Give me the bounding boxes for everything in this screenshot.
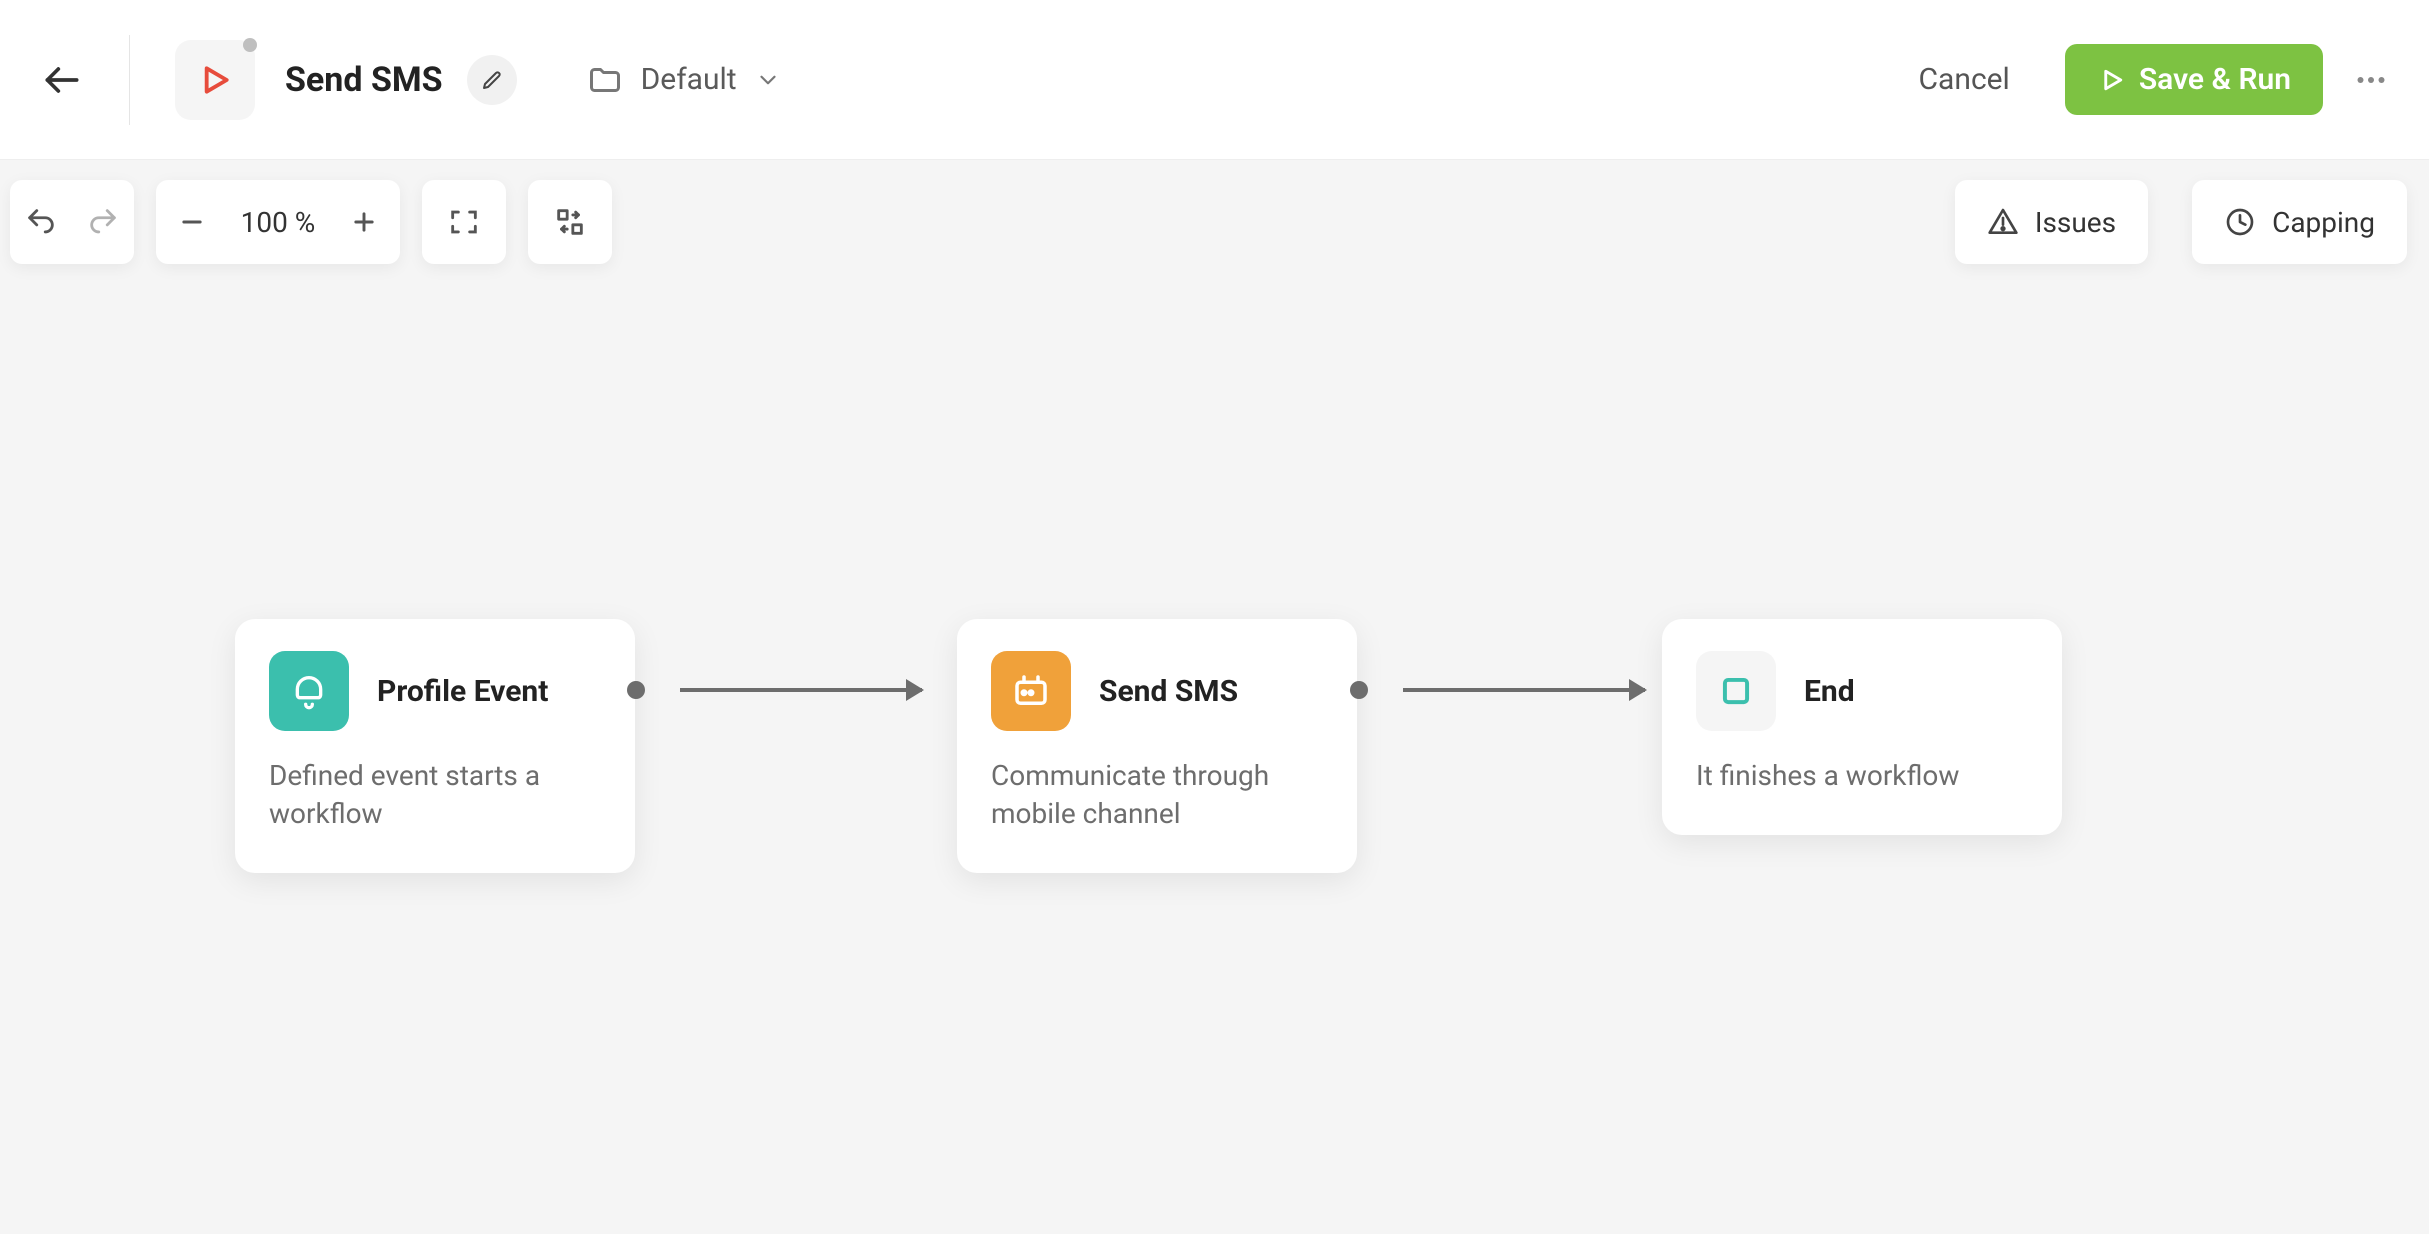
zoom-group: 100 %	[156, 180, 400, 264]
layout-icon	[553, 205, 587, 239]
connector-arrow	[680, 688, 922, 692]
node-desc: It finishes a workflow	[1696, 757, 2028, 795]
back-wrap	[40, 35, 130, 125]
header-bar: Send SMS Default Cancel Save & Run	[0, 0, 2429, 160]
edit-title-button[interactable]	[467, 55, 517, 105]
connector-arrow	[1403, 688, 1645, 692]
capping-button[interactable]: Capping	[2192, 180, 2407, 264]
zoom-in-button[interactable]	[328, 180, 400, 264]
history-group	[10, 180, 134, 264]
node-title: Send SMS	[1099, 674, 1238, 709]
chevron-down-icon	[755, 67, 781, 93]
redo-icon	[86, 205, 120, 239]
node-title: End	[1804, 674, 1855, 709]
workflow-canvas[interactable]: Profile Event Defined event starts a wor…	[0, 264, 2429, 1218]
cancel-button[interactable]: Cancel	[1919, 62, 2010, 97]
fit-screen-button[interactable]	[422, 180, 506, 264]
arrow-left-icon	[40, 58, 84, 102]
bell-icon	[269, 651, 349, 731]
zoom-out-button[interactable]	[156, 180, 228, 264]
back-button[interactable]	[40, 58, 84, 102]
node-send-sms[interactable]: Send SMS Communicate through mobile chan…	[957, 619, 1357, 873]
zoom-level: 100 %	[228, 206, 328, 239]
clock-icon	[2224, 206, 2256, 238]
pencil-icon	[480, 68, 504, 92]
sms-icon	[991, 651, 1071, 731]
play-triangle-icon	[195, 60, 235, 100]
warning-icon	[1987, 206, 2019, 238]
issues-button[interactable]: Issues	[1955, 180, 2148, 264]
redo-button[interactable]	[72, 180, 134, 264]
node-end[interactable]: End It finishes a workflow	[1662, 619, 2062, 835]
workflow-title: Send SMS	[285, 60, 443, 100]
issues-label: Issues	[2035, 206, 2116, 239]
auto-layout-button[interactable]	[528, 180, 612, 264]
fit-group	[422, 180, 506, 264]
workflow-logo	[175, 40, 255, 120]
play-icon	[2097, 65, 2127, 95]
connector-dot[interactable]	[627, 681, 645, 699]
folder-label: Default	[641, 62, 737, 97]
expand-icon	[447, 205, 481, 239]
stop-icon	[1696, 651, 1776, 731]
layout-group	[528, 180, 612, 264]
capping-label: Capping	[2272, 206, 2375, 239]
node-desc: Communicate through mobile channel	[991, 757, 1323, 833]
more-horizontal-icon	[2353, 62, 2389, 98]
node-header: End	[1696, 651, 2028, 731]
undo-icon	[24, 205, 58, 239]
connector-dot[interactable]	[1350, 681, 1368, 699]
folder-select[interactable]: Default	[587, 62, 781, 98]
plus-icon	[350, 208, 378, 236]
minus-icon	[178, 208, 206, 236]
node-profile-event[interactable]: Profile Event Defined event starts a wor…	[235, 619, 635, 873]
more-menu-button[interactable]	[2353, 62, 2389, 98]
node-header: Send SMS	[991, 651, 1323, 731]
save-and-run-button[interactable]: Save & Run	[2065, 44, 2323, 115]
node-desc: Defined event starts a workflow	[269, 757, 601, 833]
folder-icon	[587, 62, 623, 98]
save-label: Save & Run	[2139, 62, 2291, 97]
node-header: Profile Event	[269, 651, 601, 731]
node-title: Profile Event	[377, 674, 548, 709]
undo-button[interactable]	[10, 180, 72, 264]
status-dot-icon	[243, 38, 257, 52]
canvas-toolbar: 100 % Issues Capping	[0, 160, 2429, 264]
